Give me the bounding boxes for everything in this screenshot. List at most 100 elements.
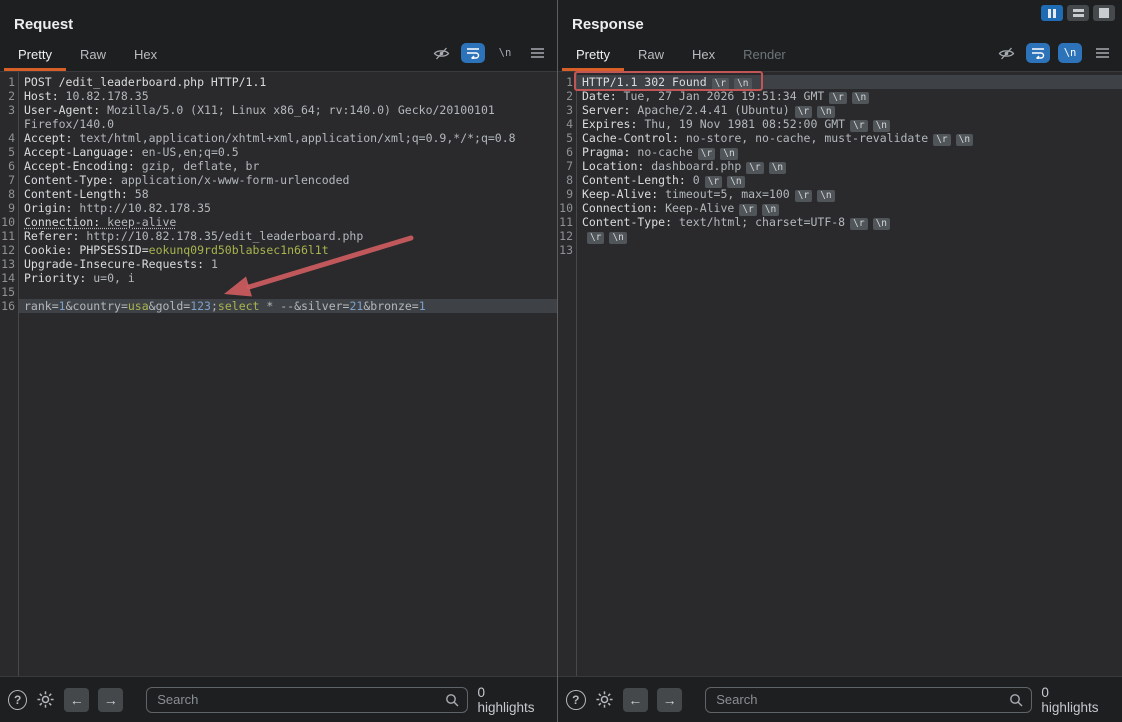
line-text: Location: dashboard.php\r\n xyxy=(576,159,1122,173)
line-text: Accept: text/html,application/xhtml+xml,… xyxy=(18,131,557,145)
code-line[interactable]: 9Origin: http://10.82.178.35 xyxy=(0,201,557,215)
code-line[interactable]: 6Accept-Encoding: gzip, deflate, br xyxy=(0,159,557,173)
code-line[interactable]: 3Server: Apache/2.4.41 (Ubuntu)\r\n xyxy=(558,103,1122,117)
code-line[interactable]: 13Upgrade-Insecure-Requests: 1 xyxy=(0,257,557,271)
line-number: 7 xyxy=(558,159,576,173)
code-line[interactable]: 7Location: dashboard.php\r\n xyxy=(558,159,1122,173)
tab-hex[interactable]: Hex xyxy=(678,40,729,71)
line-text: Expires: Thu, 19 Nov 1981 08:52:00 GMT\r… xyxy=(576,117,1122,131)
code-line[interactable]: 11Content-Type: text/html; charset=UTF-8… xyxy=(558,215,1122,229)
single-pane-button[interactable] xyxy=(1093,5,1115,21)
help-icon[interactable]: ? xyxy=(566,690,586,710)
line-number: 10 xyxy=(558,201,576,215)
line-number: 14 xyxy=(0,271,18,285)
line-text: Content-Type: application/x-www-form-url… xyxy=(18,173,557,187)
line-text: Origin: http://10.82.178.35 xyxy=(18,201,557,215)
gear-icon[interactable] xyxy=(595,690,614,709)
code-line[interactable]: 1POST /edit_leaderboard.php HTTP/1.1 xyxy=(0,75,557,89)
line-number: 3 xyxy=(558,103,576,117)
hide-nonprintable-icon[interactable] xyxy=(429,43,453,63)
line-text: Accept-Encoding: gzip, deflate, br xyxy=(18,159,557,173)
line-number: 9 xyxy=(0,201,18,215)
line-text: rank=1&country=usa&gold=123;select * --&… xyxy=(18,299,557,313)
code-line[interactable]: 8Content-Length: 58 xyxy=(0,187,557,201)
prev-match-button[interactable]: ← xyxy=(64,688,89,712)
code-line[interactable]: 15 xyxy=(0,285,557,299)
code-line[interactable]: 13 xyxy=(558,243,1122,257)
highlights-count: 0 highlights xyxy=(477,685,545,715)
code-line[interactable]: 8Content-Length: 0\r\n xyxy=(558,173,1122,187)
code-line[interactable]: 1HTTP/1.1 302 Found\r\n xyxy=(558,75,1122,89)
line-text: Content-Type: text/html; charset=UTF-8\r… xyxy=(576,215,1122,229)
response-title: Response xyxy=(572,16,644,33)
code-line[interactable]: 4Expires: Thu, 19 Nov 1981 08:52:00 GMT\… xyxy=(558,117,1122,131)
search-input[interactable] xyxy=(155,691,445,708)
request-view-icons: \n xyxy=(429,43,549,71)
tab-hex[interactable]: Hex xyxy=(120,40,171,71)
request-search-bar: ? ← → 0 highlights xyxy=(0,677,557,722)
line-number: 11 xyxy=(558,215,576,229)
layout-switcher xyxy=(1041,5,1115,21)
line-number: 4 xyxy=(0,131,18,145)
request-searchbox xyxy=(146,687,468,713)
line-text: Upgrade-Insecure-Requests: 1 xyxy=(18,257,557,271)
code-line[interactable]: 9Keep-Alive: timeout=5, max=100\r\n xyxy=(558,187,1122,201)
word-wrap-icon[interactable] xyxy=(461,43,485,63)
code-line[interactable]: 10Connection: Keep-Alive\r\n xyxy=(558,201,1122,215)
line-number: 13 xyxy=(558,243,576,257)
menu-icon[interactable] xyxy=(525,43,549,63)
code-line[interactable]: 5Cache-Control: no-store, no-cache, must… xyxy=(558,131,1122,145)
tab-raw[interactable]: Raw xyxy=(624,40,678,71)
split-columns-button[interactable] xyxy=(1041,5,1063,21)
help-icon[interactable]: ? xyxy=(8,690,27,710)
line-number: 6 xyxy=(0,159,18,173)
code-line[interactable]: 11Referer: http://10.82.178.35/edit_lead… xyxy=(0,229,557,243)
line-number: 8 xyxy=(558,173,576,187)
request-editor[interactable]: 1POST /edit_leaderboard.php HTTP/1.12Hos… xyxy=(0,71,557,677)
line-number xyxy=(0,117,18,131)
search-icon xyxy=(1009,693,1023,707)
line-text: Server: Apache/2.4.41 (Ubuntu)\r\n xyxy=(576,103,1122,117)
line-text: Host: 10.82.178.35 xyxy=(18,89,557,103)
code-line[interactable]: 2Date: Tue, 27 Jan 2026 19:51:34 GMT\r\n xyxy=(558,89,1122,103)
code-line[interactable]: 4Accept: text/html,application/xhtml+xml… xyxy=(0,131,557,145)
next-match-button[interactable]: → xyxy=(98,688,123,712)
prev-match-button[interactable]: ← xyxy=(623,688,648,712)
line-text: HTTP/1.1 302 Found\r\n xyxy=(576,75,1122,89)
line-number: 1 xyxy=(0,75,18,89)
response-panel: Response Pretty Raw Hex Render \n xyxy=(558,0,1122,722)
line-number: 2 xyxy=(558,89,576,103)
newline-icon[interactable]: \n xyxy=(493,43,517,63)
tab-pretty[interactable]: Pretty xyxy=(562,40,624,71)
code-line[interactable]: 5Accept-Language: en-US,en;q=0.5 xyxy=(0,145,557,159)
hide-nonprintable-icon[interactable] xyxy=(994,43,1018,63)
gutter-divider xyxy=(576,72,577,676)
code-line[interactable]: 14Priority: u=0, i xyxy=(0,271,557,285)
code-line[interactable]: 16rank=1&country=usa&gold=123;select * -… xyxy=(0,299,557,313)
line-number: 10 xyxy=(0,215,18,229)
newline-icon[interactable]: \n xyxy=(1058,43,1082,63)
code-line[interactable]: 12\r\n xyxy=(558,229,1122,243)
line-text: Priority: u=0, i xyxy=(18,271,557,285)
code-line[interactable]: 3User-Agent: Mozilla/5.0 (X11; Linux x86… xyxy=(0,103,557,117)
search-input[interactable] xyxy=(714,691,1009,708)
line-text: Referer: http://10.82.178.35/edit_leader… xyxy=(18,229,557,243)
code-line[interactable]: 6Pragma: no-cache\r\n xyxy=(558,145,1122,159)
code-line[interactable]: 2Host: 10.82.178.35 xyxy=(0,89,557,103)
tab-pretty[interactable]: Pretty xyxy=(4,40,66,71)
request-title: Request xyxy=(14,16,73,33)
tab-raw[interactable]: Raw xyxy=(66,40,120,71)
word-wrap-icon[interactable] xyxy=(1026,43,1050,63)
menu-icon[interactable] xyxy=(1090,43,1114,63)
line-number: 6 xyxy=(558,145,576,159)
gear-icon[interactable] xyxy=(36,690,55,709)
next-match-button[interactable]: → xyxy=(657,688,682,712)
line-text: Content-Length: 58 xyxy=(18,187,557,201)
request-tabbar: Pretty Raw Hex \n xyxy=(4,40,549,71)
response-editor[interactable]: 1HTTP/1.1 302 Found\r\n2Date: Tue, 27 Ja… xyxy=(558,71,1122,677)
code-line[interactable]: 12Cookie: PHPSESSID=eokunq09rd50blabsec1… xyxy=(0,243,557,257)
code-line[interactable]: 10Connection: keep-alive xyxy=(0,215,557,229)
split-rows-button[interactable] xyxy=(1067,5,1089,21)
code-line[interactable]: 7Content-Type: application/x-www-form-ur… xyxy=(0,173,557,187)
code-line[interactable]: Firefox/140.0 xyxy=(0,117,557,131)
